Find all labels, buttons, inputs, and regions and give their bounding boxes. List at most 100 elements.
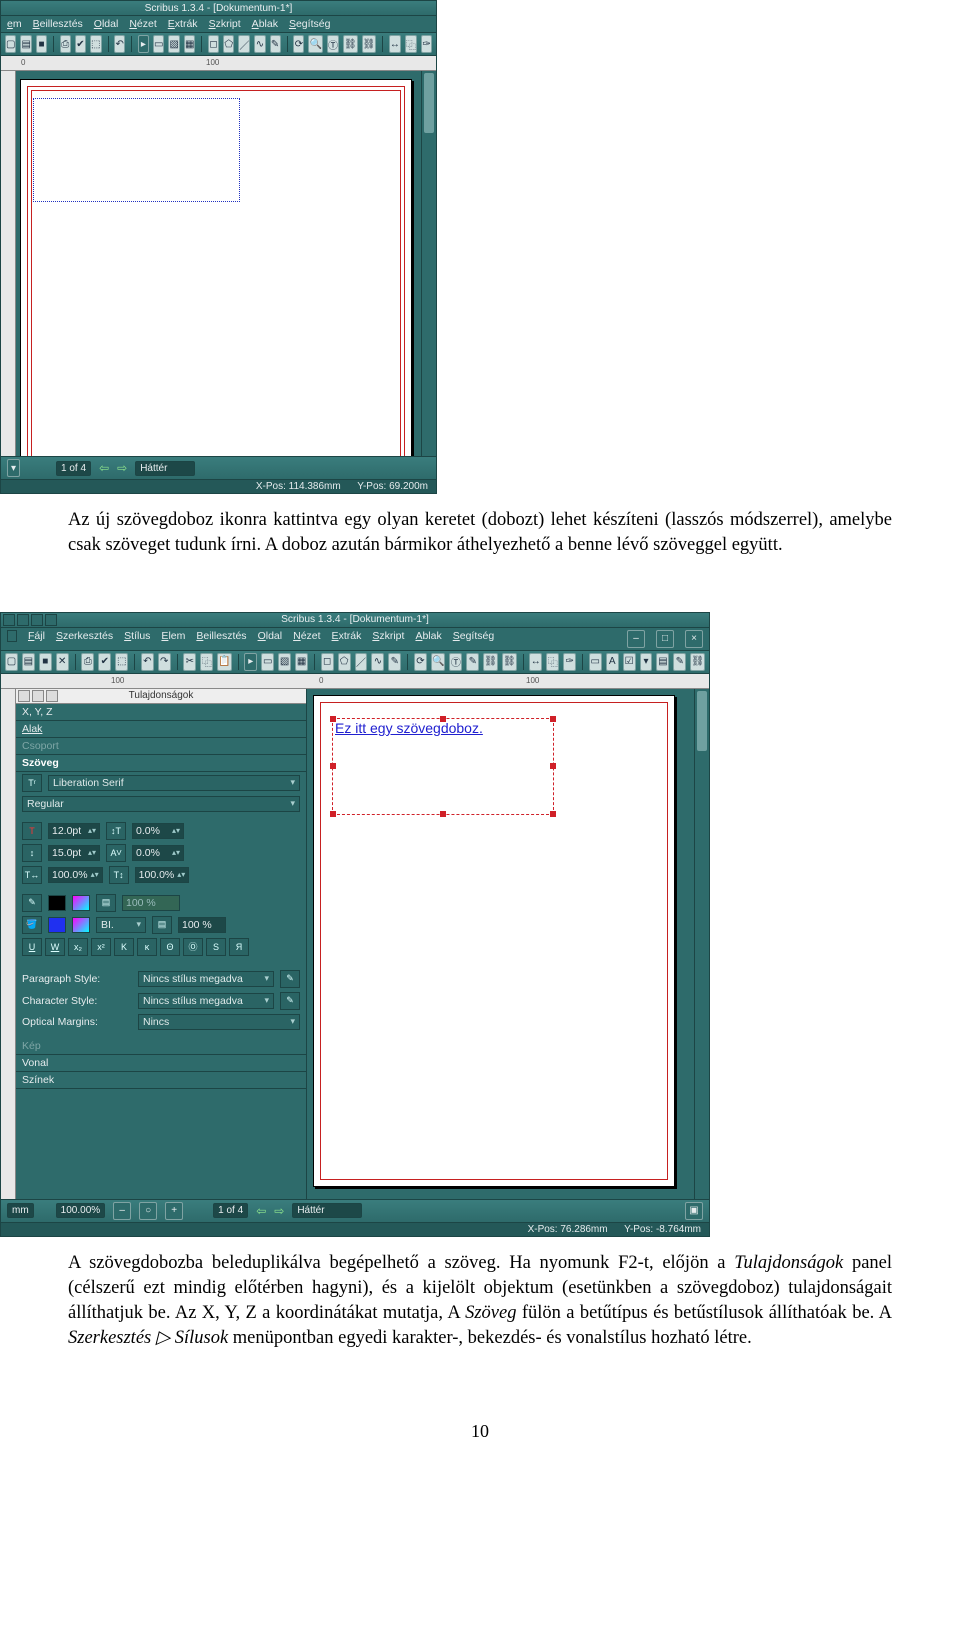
zoom-input[interactable]: 100.00% [56, 1203, 105, 1218]
resize-handle[interactable] [330, 811, 336, 817]
resize-handle[interactable] [550, 763, 556, 769]
smallcaps-icon[interactable]: ᴋ [137, 938, 157, 956]
window-control-icon[interactable] [3, 614, 15, 626]
menu-oldal2[interactable]: Oldal [258, 630, 283, 648]
zoom-100-icon[interactable]: ○ [139, 1202, 157, 1220]
stroke-swatch-cmyk[interactable] [72, 895, 90, 911]
copy-icon[interactable]: ⿻ [200, 653, 213, 671]
panel-control-icon[interactable] [18, 690, 30, 702]
bezier-icon[interactable]: ∿ [254, 35, 265, 53]
scrollbar-vertical-2[interactable] [694, 689, 709, 1199]
fill-swatch-cmyk[interactable] [72, 917, 90, 933]
window-control-icon[interactable] [31, 614, 43, 626]
copyprops-icon[interactable]: ⿻ [546, 653, 559, 671]
cut-icon[interactable]: ✂ [183, 653, 196, 671]
toolbar-2[interactable]: ▢ ▤ ■ ✕ ⎙ ✔ ⬚ ↶ ↷ ✂ ⿻ 📋 ▸ ▭ ▧ ▦ ◻ ⬠ ／ ∿ … [1, 651, 709, 674]
char-style-select[interactable]: Nincs stílus megadva▾ [138, 993, 274, 1009]
section-vonal[interactable]: Vonal [16, 1055, 306, 1072]
rotate-icon[interactable]: ⟳ [293, 35, 304, 53]
pdf-check-icon[interactable]: ☑ [623, 653, 636, 671]
resize-handle[interactable] [330, 716, 336, 722]
panel-control-icon[interactable] [32, 690, 44, 702]
pdf-list-icon[interactable]: ▤ [656, 653, 669, 671]
menu-segitseg[interactable]: Segítség [289, 18, 330, 30]
polygon-icon[interactable]: ⬠ [338, 653, 351, 671]
outline-icon[interactable]: Ⓞ [183, 938, 203, 956]
pdf-link-icon[interactable]: ⛓ [690, 653, 705, 671]
menu-ablak2[interactable]: Ablak [415, 630, 441, 648]
menu-nezet2[interactable]: Nézet [293, 630, 320, 648]
stroke-shade[interactable]: 100 % [122, 895, 180, 911]
menu-extrak[interactable]: Extrák [168, 18, 198, 30]
zoom-out-icon[interactable]: – [113, 1202, 131, 1220]
vscale-input[interactable]: 100.0%▴▾ [135, 867, 190, 883]
menu-elem[interactable]: Elem [161, 630, 185, 648]
prev-page-icon[interactable]: ⇦ [256, 1204, 266, 1218]
underline-words-icon[interactable]: W [45, 938, 65, 956]
mdi-min-icon[interactable]: – [627, 630, 645, 648]
next-page-icon[interactable]: ⇨ [274, 1204, 284, 1218]
mdi-max-icon[interactable]: □ [656, 630, 674, 648]
panel-control-icon[interactable] [46, 690, 58, 702]
undo-icon[interactable]: ↶ [114, 35, 125, 53]
polygon-icon[interactable]: ⬠ [223, 35, 234, 53]
save-icon[interactable]: ■ [39, 653, 52, 671]
page-selector-2[interactable]: 1 of 4 [213, 1203, 248, 1218]
menu-nezet[interactable]: Nézet [129, 18, 156, 30]
hscale-input[interactable]: 100.0%▴▾ [48, 867, 103, 883]
canvas-area[interactable] [16, 71, 421, 456]
font-style-select[interactable]: Regular▾ [22, 796, 300, 812]
print-icon[interactable]: ⎙ [60, 35, 71, 53]
paste-icon[interactable]: 📋 [217, 653, 231, 671]
edittext-icon[interactable]: Ⓣ [327, 35, 339, 53]
rotate-icon[interactable]: ⟳ [414, 653, 427, 671]
pointer-icon[interactable]: ▸ [244, 653, 257, 671]
resize-handle[interactable] [550, 716, 556, 722]
print-icon[interactable]: ⎙ [81, 653, 94, 671]
preview-icon[interactable]: ▣ [685, 1202, 703, 1220]
menu-beillesztes[interactable]: Beillesztés [33, 18, 83, 30]
next-page-icon[interactable]: ⇨ [117, 461, 127, 475]
eyedrop-icon[interactable]: ✑ [563, 653, 576, 671]
font-family-select[interactable]: Liberation Serif▾ [48, 775, 300, 791]
resize-handle[interactable] [330, 763, 336, 769]
eyedrop-icon[interactable]: ✑ [421, 35, 432, 53]
menu-szkript2[interactable]: Szkript [372, 630, 404, 648]
link-icon[interactable]: ⛓ [483, 653, 498, 671]
page-paper[interactable] [20, 79, 412, 456]
section-szinek[interactable]: Színek [16, 1072, 306, 1089]
baseline-input[interactable]: 0.0%▴▾ [132, 823, 184, 839]
close-icon[interactable]: ✕ [56, 653, 69, 671]
section-xyz[interactable]: X, Y, Z [16, 704, 306, 721]
menu-fajl[interactable]: Fájl [28, 630, 45, 648]
pointer-icon[interactable]: ▸ [138, 35, 149, 53]
resize-handle[interactable] [550, 811, 556, 817]
edittext-icon[interactable]: Ⓣ [449, 653, 462, 671]
textframe-icon[interactable]: ▭ [153, 35, 164, 53]
strike-icon[interactable]: Θ [160, 938, 180, 956]
window-control-icon[interactable] [17, 614, 29, 626]
shape-icon[interactable]: ◻ [208, 35, 219, 53]
menu-szkript[interactable]: Szkript [209, 18, 241, 30]
unlink-icon[interactable]: ⛓ [502, 653, 517, 671]
toolbar-1[interactable]: ▢ ▤ ■ ⎙ ✔ ⬚ ↶ ▸ ▭ ▧ ▦ ◻ ⬠ ／ ∿ ✎ ⟳ 🔍 Ⓣ ⛓ … [1, 33, 436, 56]
properties-titlebar[interactable]: Tulajdonságok [16, 689, 306, 704]
mdi-close-icon[interactable]: × [685, 630, 703, 648]
pdf-combo-icon[interactable]: ▾ [640, 653, 653, 671]
redo-icon[interactable]: ↷ [158, 653, 171, 671]
measure-icon[interactable]: ↔ [389, 35, 401, 53]
section-alak[interactable]: Alak [16, 721, 306, 738]
menu-oldal[interactable]: Oldal [94, 18, 119, 30]
imageframe-icon[interactable]: ▧ [168, 35, 179, 53]
measure-icon[interactable]: ↔ [529, 653, 542, 671]
section-szoveg[interactable]: Szöveg [16, 755, 306, 772]
properties-panel[interactable]: Tulajdonságok X, Y, Z Alak Csoport Szöve… [16, 689, 307, 1199]
leading-input[interactable]: 15.0pt▴▾ [48, 845, 100, 861]
line-icon[interactable]: ／ [238, 35, 250, 53]
undo-icon[interactable]: ↶ [141, 653, 154, 671]
fontsize-input[interactable]: 12.0pt▴▾ [48, 823, 100, 839]
selected-textframe[interactable]: Ez itt egy szövegdoboz. [332, 718, 554, 815]
zoom-icon[interactable]: 🔍 [308, 35, 322, 53]
page-paper-2[interactable]: Ez itt egy szövegdoboz. [313, 695, 675, 1187]
pdf-icon[interactable]: ⬚ [115, 653, 128, 671]
